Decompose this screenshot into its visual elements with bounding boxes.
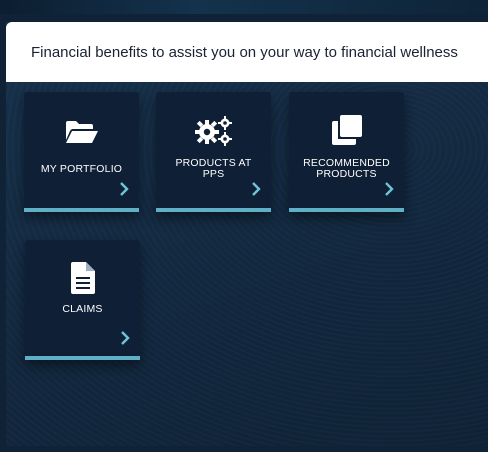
tile-label: PRODUCTS AT PPS (175, 157, 252, 180)
tile-accent-bar (25, 356, 140, 360)
tile-label: MY PORTFOLIO (40, 163, 123, 175)
tile-accent-bar (24, 208, 139, 212)
folder-open-icon (24, 120, 139, 144)
clone-icon (289, 114, 404, 146)
tile-label: CLAIMS (62, 303, 103, 315)
top-banner-strip (0, 0, 488, 14)
page-header: Financial benefits to assist you on your… (6, 22, 488, 82)
content-panel (6, 22, 488, 446)
chevron-right-icon (121, 331, 130, 345)
tile-accent-bar (289, 208, 404, 212)
tile-accent-bar (156, 208, 271, 212)
tile-label: RECOMMENDED PRODUCTS (303, 157, 390, 180)
document-icon (25, 262, 140, 294)
header-text: Financial benefits to assist you on your… (31, 43, 458, 61)
tile-my-portfolio[interactable]: MY PORTFOLIO (24, 92, 139, 212)
tile-claims[interactable]: CLAIMS (25, 240, 140, 360)
chevron-right-icon (252, 182, 261, 196)
tile-recommended-products[interactable]: RECOMMENDED PRODUCTS (289, 92, 404, 212)
gears-icon (156, 114, 271, 146)
tile-products-at-pps[interactable]: PRODUCTS AT PPS (156, 92, 271, 212)
chevron-right-icon (385, 182, 394, 196)
chevron-right-icon (120, 182, 129, 196)
